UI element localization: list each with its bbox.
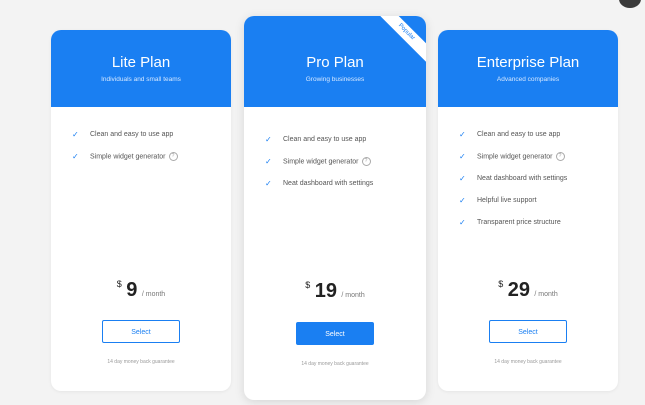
feature-text: Neat dashboard with settings (477, 175, 568, 183)
feature-text: Helpful live support (477, 197, 537, 205)
feature-text: Clean and easy to use app (477, 131, 561, 138)
guarantee-note: 14 day money back guarantee (301, 361, 369, 367)
plan-header: Enterprise Plan Advanced companies (438, 30, 618, 107)
plan-card-pro: Popular Pro Plan Growing businesses ✓ Cl… (244, 16, 426, 400)
feature-item: ✓ Helpful live support (459, 196, 606, 206)
price-period: / month (534, 291, 558, 298)
pricing-table: Lite Plan Individuals and small teams ✓ … (0, 0, 645, 405)
plan-header: Popular Pro Plan Growing businesses (244, 16, 426, 107)
guarantee-note: 14 day money back guarantee (494, 359, 562, 365)
help-icon[interactable]: ? (168, 152, 178, 161)
feature-item: ✓ Clean and easy to use app (265, 135, 414, 145)
feature-item: ✓ Simple widget generator? (459, 152, 606, 162)
plan-title: Pro Plan (306, 54, 364, 71)
plan-card-enterprise: Enterprise Plan Advanced companies ✓ Cle… (438, 30, 618, 391)
check-icon: ✓ (72, 130, 79, 139)
plan-subtitle: Individuals and small teams (101, 76, 181, 83)
check-icon: ✓ (72, 152, 79, 161)
price: $ 9 / month (51, 278, 231, 302)
price-amount: 29 (507, 279, 530, 301)
price-period: / month (141, 291, 166, 298)
plan-title: Lite Plan (111, 54, 171, 71)
plan-subtitle: Growing businesses (305, 76, 365, 83)
feature-item: ✓ Neat dashboard with settings (265, 179, 414, 189)
plan-card-lite: Lite Plan Individuals and small teams ✓ … (51, 30, 231, 391)
feature-text: Transparent price structure (477, 219, 561, 227)
check-icon: ✓ (265, 157, 272, 166)
plan-title: Enterprise Plan (476, 54, 580, 71)
feature-list: ✓ Clean and easy to use app ✓ Simple wid… (438, 130, 618, 228)
feature-text: Neat dashboard with settings (283, 180, 374, 188)
check-icon: ✓ (459, 174, 466, 184)
check-icon: ✓ (265, 179, 272, 189)
price: $ 29 / month (438, 278, 618, 302)
feature-text: Simple widget generator (283, 158, 359, 166)
select-button[interactable]: Select (489, 320, 567, 343)
feature-list: ✓ Clean and easy to use app ✓ Simple wid… (51, 130, 231, 162)
select-button[interactable]: Select (102, 320, 180, 343)
price-amount: 9 (126, 279, 138, 301)
check-icon: ✓ (459, 218, 466, 228)
help-icon[interactable]: ? (555, 152, 565, 161)
plan-header: Lite Plan Individuals and small teams (51, 30, 231, 107)
feature-text: Clean and easy to use app (90, 131, 174, 138)
help-icon[interactable]: ? (361, 157, 371, 166)
feature-item: ✓ Clean and easy to use app (72, 130, 219, 140)
feature-item: ✓ Simple widget generator? (72, 152, 219, 162)
feature-item: ✓ Neat dashboard with settings (459, 174, 606, 184)
feature-item: ✓ Simple widget generator? (265, 157, 414, 167)
check-icon: ✓ (459, 196, 466, 206)
price: $ 19 / month (244, 279, 426, 303)
price-currency: $ (116, 279, 122, 289)
feature-item: ✓ Transparent price structure (459, 218, 606, 228)
feature-item: ✓ Clean and easy to use app (459, 130, 606, 140)
price-currency: $ (305, 280, 311, 290)
check-icon: ✓ (459, 152, 466, 161)
price-amount: 19 (314, 280, 337, 302)
guarantee-note: 14 day money back guarantee (107, 359, 175, 365)
price-period: / month (341, 292, 365, 299)
feature-text: Clean and easy to use app (283, 136, 367, 143)
feature-text: Simple widget generator (90, 153, 166, 161)
plan-subtitle: Advanced companies (496, 76, 560, 83)
feature-list: ✓ Clean and easy to use app ✓ Simple wid… (244, 135, 426, 189)
check-icon: ✓ (459, 130, 466, 139)
price-currency: $ (498, 279, 504, 289)
select-button[interactable]: Select (296, 322, 374, 345)
check-icon: ✓ (265, 135, 272, 144)
feature-text: Simple widget generator (477, 153, 553, 161)
